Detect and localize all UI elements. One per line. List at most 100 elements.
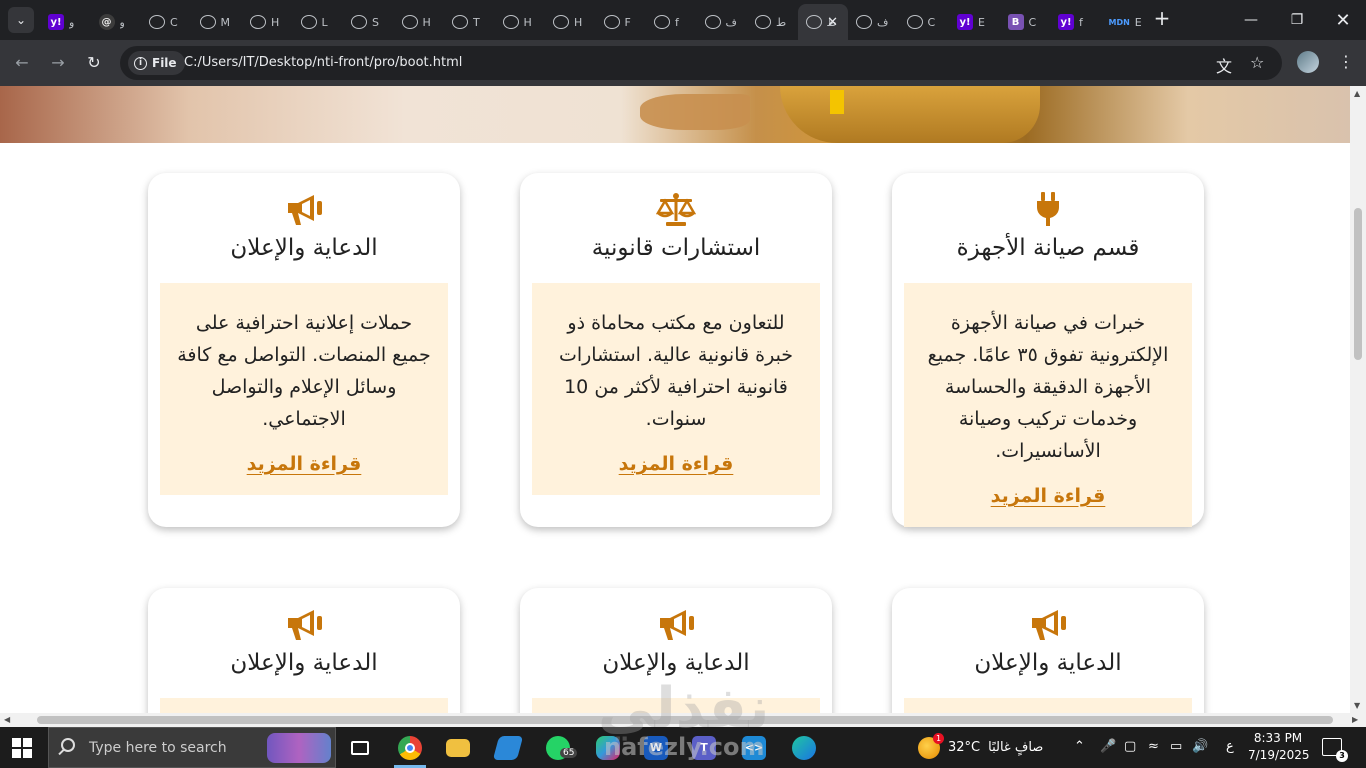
globe-icon [704, 15, 721, 29]
browser-tab[interactable]: ف [848, 6, 899, 38]
copilot-icon[interactable] [584, 727, 632, 768]
close-window-button[interactable]: ✕ [1320, 0, 1366, 40]
browser-tab[interactable]: S [343, 6, 394, 38]
browser-tab[interactable]: BC [1000, 6, 1051, 38]
scroll-right-arrow-icon[interactable]: ▶ [1352, 713, 1358, 727]
browser-tab[interactable]: L [293, 6, 344, 38]
battery-icon[interactable]: ▭ [1170, 739, 1182, 754]
microphone-icon[interactable]: 🎤 [1100, 739, 1116, 754]
tab-title: ف [877, 15, 889, 29]
chrome-taskbar-icon[interactable] [386, 727, 434, 768]
globe-icon [452, 15, 468, 29]
translate-icon[interactable]: 文 [1216, 53, 1232, 77]
browser-tab[interactable]: H [242, 6, 293, 38]
card-body [904, 698, 1192, 713]
word-icon[interactable]: W [632, 727, 680, 768]
card-title: الدعاية والإعلان [602, 650, 750, 676]
service-card: الدعاية والإعلان حملات إعلانية احترافية ع… [148, 173, 460, 527]
read-more-link[interactable]: قراءة المزيد [160, 453, 448, 475]
tab-title: و [69, 15, 75, 29]
browser-tab[interactable]: T [444, 6, 495, 38]
megaphone-icon [148, 191, 460, 227]
card-description: للتعاون مع مكتب محاماة ذو خبرة قانونية ع… [558, 312, 794, 430]
address-bar[interactable]: i File C:/Users/IT/Desktop/nti-front/pro… [120, 46, 1282, 80]
file-explorer-icon[interactable] [434, 727, 482, 768]
read-more-link[interactable]: قراءة المزيد [904, 485, 1192, 507]
globe-icon [654, 15, 670, 29]
read-more-link[interactable]: قراءة المزيد [532, 453, 820, 475]
profile-avatar[interactable] [1297, 51, 1319, 73]
menu-icon[interactable]: ⋮ [1338, 52, 1354, 71]
vscode-icon[interactable]: <> [730, 727, 778, 768]
edge-icon[interactable] [780, 727, 828, 768]
browser-tab[interactable]: y! E [949, 6, 1000, 38]
scroll-left-arrow-icon[interactable]: ◀ [4, 713, 10, 727]
volume-icon[interactable]: 🔊 [1192, 739, 1208, 754]
weather-widget[interactable]: 1 32°C صافٍ غالبًا [918, 727, 1043, 768]
browser-tab[interactable]: M [192, 6, 243, 38]
new-tab-button[interactable]: + [1150, 6, 1174, 30]
url-text[interactable]: C:/Users/IT/Desktop/nti-front/pro/boot.h… [184, 55, 462, 70]
scroll-up-arrow-icon[interactable]: ▲ [1354, 89, 1360, 98]
clock-date: 7/19/2025 [1248, 748, 1310, 762]
browser-tab[interactable]: C [899, 6, 950, 38]
vertical-scroll-thumb[interactable] [1354, 208, 1362, 360]
browser-tab[interactable]: f [646, 6, 697, 38]
bookmark-star-icon[interactable]: ☆ [1250, 53, 1264, 72]
browser-tab[interactable]: H [394, 6, 445, 38]
task-view-icon[interactable] [336, 727, 384, 768]
teams-icon[interactable]: T [680, 727, 728, 768]
browser-tab[interactable]: @ و [91, 6, 142, 38]
tab-title: C [1028, 15, 1037, 29]
site-info-chip[interactable]: i File [128, 51, 185, 75]
notification-icon[interactable]: 3 [1322, 738, 1348, 762]
chevron-up-icon[interactable]: ⌃ [1074, 739, 1085, 754]
browser-tab[interactable]: ط [747, 6, 798, 38]
browser-tab[interactable]: MDN E [1101, 6, 1152, 38]
card-body [160, 698, 448, 713]
close-tab-icon[interactable]: ✕ [827, 15, 838, 30]
tab-title: H [523, 15, 532, 29]
wifi-icon[interactable]: ≈ [1148, 739, 1159, 754]
maximize-button[interactable]: ❐ [1274, 0, 1320, 40]
horizontal-scroll-thumb[interactable] [37, 716, 1333, 724]
windows-start-icon[interactable] [12, 738, 32, 758]
windows-taskbar: Type here to search 65 W T <> 1 32°C صاف… [0, 727, 1366, 768]
browser-tab[interactable]: H [545, 6, 596, 38]
globe-icon [149, 15, 165, 29]
forward-button[interactable]: → [46, 52, 70, 76]
tab-search-button[interactable]: ⌄ [8, 7, 34, 33]
browser-tab[interactable]: y! f [1050, 6, 1101, 38]
reload-button[interactable]: ↻ [82, 52, 106, 76]
language-indicator[interactable]: ع [1226, 739, 1234, 754]
back-button[interactable]: ← [10, 52, 34, 76]
weather-sun-icon: 1 [918, 732, 944, 759]
minimize-button[interactable]: — [1228, 0, 1274, 40]
card-title: قسم صيانة الأجهزة [956, 235, 1140, 261]
card-title: الدعاية والإعلان [230, 235, 378, 261]
browser-tab[interactable]: H [495, 6, 546, 38]
card-title: استشارات قانونية [591, 235, 761, 261]
weather-badge: 1 [933, 732, 944, 744]
tab-title: M [220, 15, 231, 29]
tab-title: f [1079, 15, 1083, 29]
browser-tab[interactable]: C [141, 6, 192, 38]
threads-icon: @ [98, 14, 115, 30]
camera-icon[interactable]: ▢ [1124, 739, 1136, 754]
scroll-down-arrow-icon[interactable]: ▼ [1354, 701, 1360, 710]
browser-tab[interactable]: ط ✕ [797, 4, 848, 40]
card-body: خبرات في صيانة الأجهزة الإلكترونية تفوق … [904, 283, 1192, 527]
clock-time: 8:33 PM [1253, 731, 1303, 745]
browser-tab[interactable]: y! و [40, 6, 91, 38]
browser-tab[interactable]: ف [697, 6, 748, 38]
vertical-scrollbar[interactable]: ▲ ▼ [1350, 86, 1366, 713]
whatsapp-icon[interactable]: 65 [534, 727, 582, 768]
browser-tab[interactable]: F [596, 6, 647, 38]
notification-count: 3 [1336, 750, 1348, 762]
taskbar-search-box[interactable]: Type here to search [48, 727, 336, 768]
system-clock[interactable]: 8:33 PM 7/19/2025 [1248, 730, 1310, 764]
info-icon: i [134, 56, 147, 70]
app-icon[interactable] [484, 727, 532, 768]
tab-title: T [473, 15, 480, 29]
horizontal-scrollbar[interactable]: ◀ ▶ [0, 713, 1366, 727]
